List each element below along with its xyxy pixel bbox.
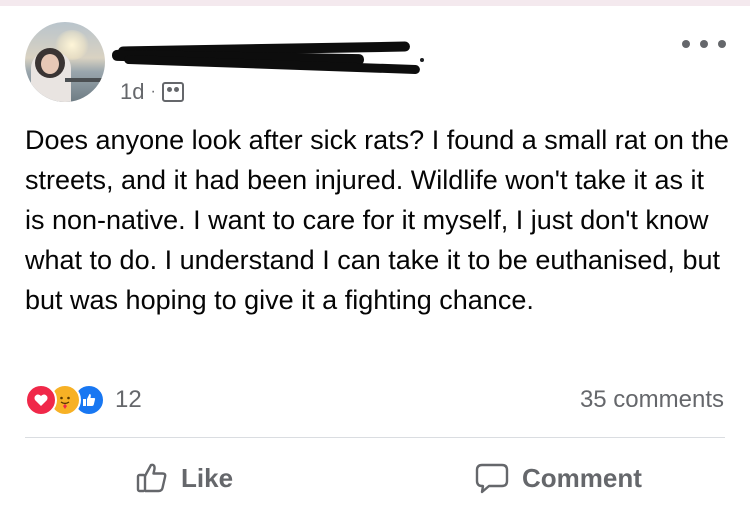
meta-separator: · [150, 83, 156, 100]
post-body-text: Does anyone look after sick rats? I foun… [25, 125, 729, 315]
avatar-railing [65, 78, 105, 82]
reaction-count: 12 [115, 386, 142, 413]
more-options-button[interactable] [682, 34, 726, 54]
comment-button[interactable]: Comment [474, 458, 642, 498]
divider [25, 437, 725, 438]
more-dot-icon [700, 40, 708, 48]
timestamp[interactable]: 1d [120, 79, 144, 105]
comment-bubble-icon [475, 463, 509, 494]
like-button[interactable]: Like [135, 458, 233, 498]
avatar-face [41, 54, 59, 74]
more-dot-icon [718, 40, 726, 48]
thumbs-up-icon [136, 463, 167, 493]
reactions-summary[interactable]: 12 [25, 384, 142, 416]
avatar[interactable] [25, 22, 105, 102]
like-label: Like [181, 462, 234, 493]
friends-audience-icon[interactable] [161, 82, 184, 102]
love-reaction-icon [25, 384, 57, 416]
name-dot [420, 58, 424, 62]
post-meta: 1d · [120, 79, 184, 105]
comment-label: Comment [522, 462, 642, 493]
comments-count-link[interactable]: 35 comments [580, 386, 724, 414]
more-dot-icon [682, 40, 690, 48]
